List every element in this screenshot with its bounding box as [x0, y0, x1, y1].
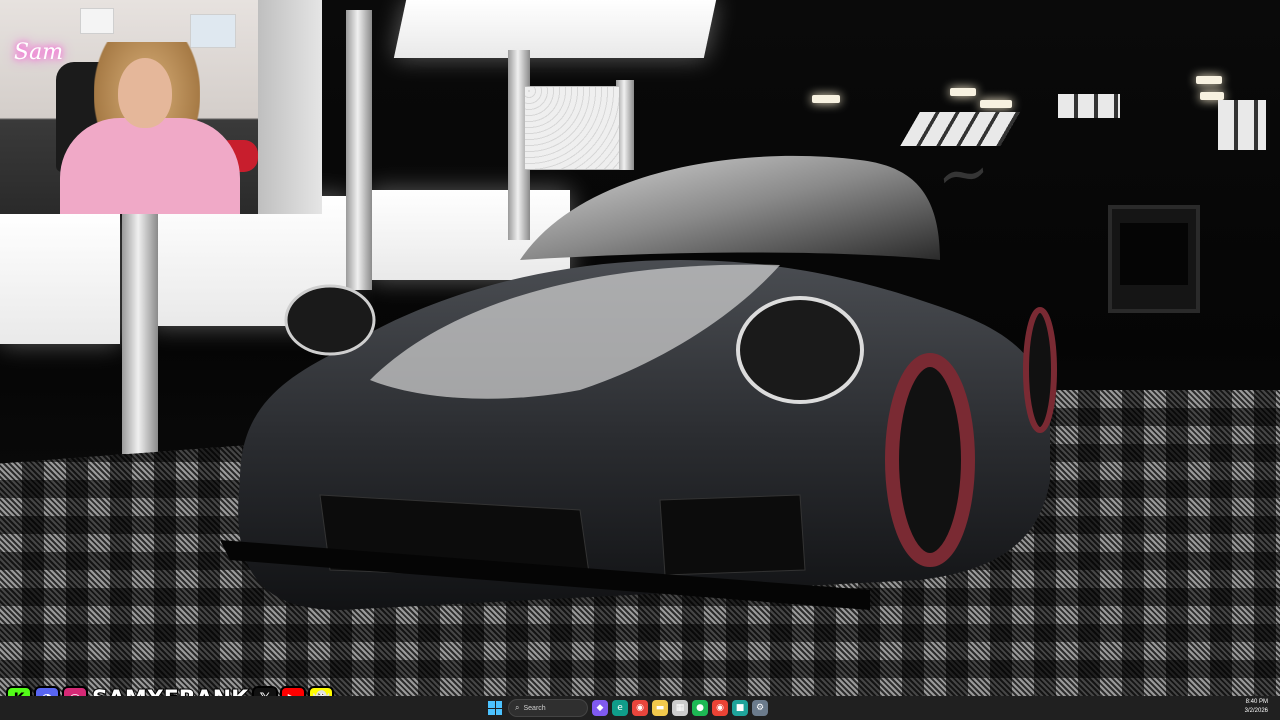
- clock-date: 3/2/2026: [1244, 708, 1268, 714]
- ceiling-light: [1200, 92, 1224, 100]
- garage-pillar-1: [122, 214, 158, 454]
- car-front-grille-right: [659, 494, 806, 576]
- search-placeholder: Search: [523, 704, 546, 712]
- chrome-profile-icon[interactable]: ◉: [712, 700, 728, 716]
- ceiling-light: [980, 100, 1012, 108]
- app-icon[interactable]: ■: [732, 700, 748, 716]
- copilot-icon[interactable]: ◆: [592, 700, 608, 716]
- search-icon: ⌕: [515, 703, 520, 712]
- ceiling-vent-panel: [1058, 94, 1120, 118]
- settings-icon[interactable]: ⚙: [752, 700, 768, 716]
- windows-taskbar: ⌕ Search ◆ e ◉ ▬ ▦ ● ◉ ■ ⚙ 8:40 PM 3/2/2…: [0, 696, 1280, 720]
- garage-skylight-top: [393, 0, 717, 58]
- car-rear-wheel: [1023, 307, 1057, 433]
- wall-tv: [1108, 205, 1200, 313]
- garage-light-panel-left: [0, 214, 120, 344]
- car-windscreen: [520, 155, 940, 260]
- wall-tv-screen: [1120, 223, 1188, 285]
- car-illustration: [220, 155, 1057, 610]
- ceiling-light: [812, 95, 840, 103]
- ceiling-light: [1196, 76, 1222, 84]
- file-explorer-icon[interactable]: ▬: [652, 700, 668, 716]
- windows-logo-icon: [495, 708, 502, 715]
- webcam-overlay: Sam: [0, 0, 322, 214]
- taskbar-search-box[interactable]: ⌕ Search: [508, 699, 588, 717]
- car-headlight-left: [284, 284, 376, 356]
- system-clock[interactable]: 8:40 PM 3/2/2026: [1245, 698, 1268, 716]
- porsche-sports-car: [220, 150, 1060, 630]
- windows-logo-icon: [488, 701, 495, 708]
- taskbar-center: ⌕ Search ◆ e ◉ ▬ ▦ ● ◉ ■ ⚙: [486, 698, 768, 718]
- ceiling-light: [950, 88, 976, 96]
- spotify-icon[interactable]: ●: [692, 700, 708, 716]
- calendar-icon[interactable]: ▦: [672, 700, 688, 716]
- edge-icon[interactable]: e: [612, 700, 628, 716]
- wall-shelf: [80, 8, 114, 34]
- start-button[interactable]: [486, 699, 504, 717]
- streamer-face: [118, 58, 172, 128]
- windows-logo-icon: [488, 708, 495, 715]
- car-headlight-right: [736, 296, 864, 404]
- chrome-icon[interactable]: ◉: [632, 700, 648, 716]
- car-front-wheel: [885, 353, 975, 567]
- neon-sign: Sam: [14, 40, 64, 65]
- room-door: [258, 0, 322, 214]
- windows-logo-icon: [495, 701, 502, 708]
- clock-time: 8:40 PM: [1245, 699, 1268, 705]
- streamer-hoodie: [60, 118, 240, 214]
